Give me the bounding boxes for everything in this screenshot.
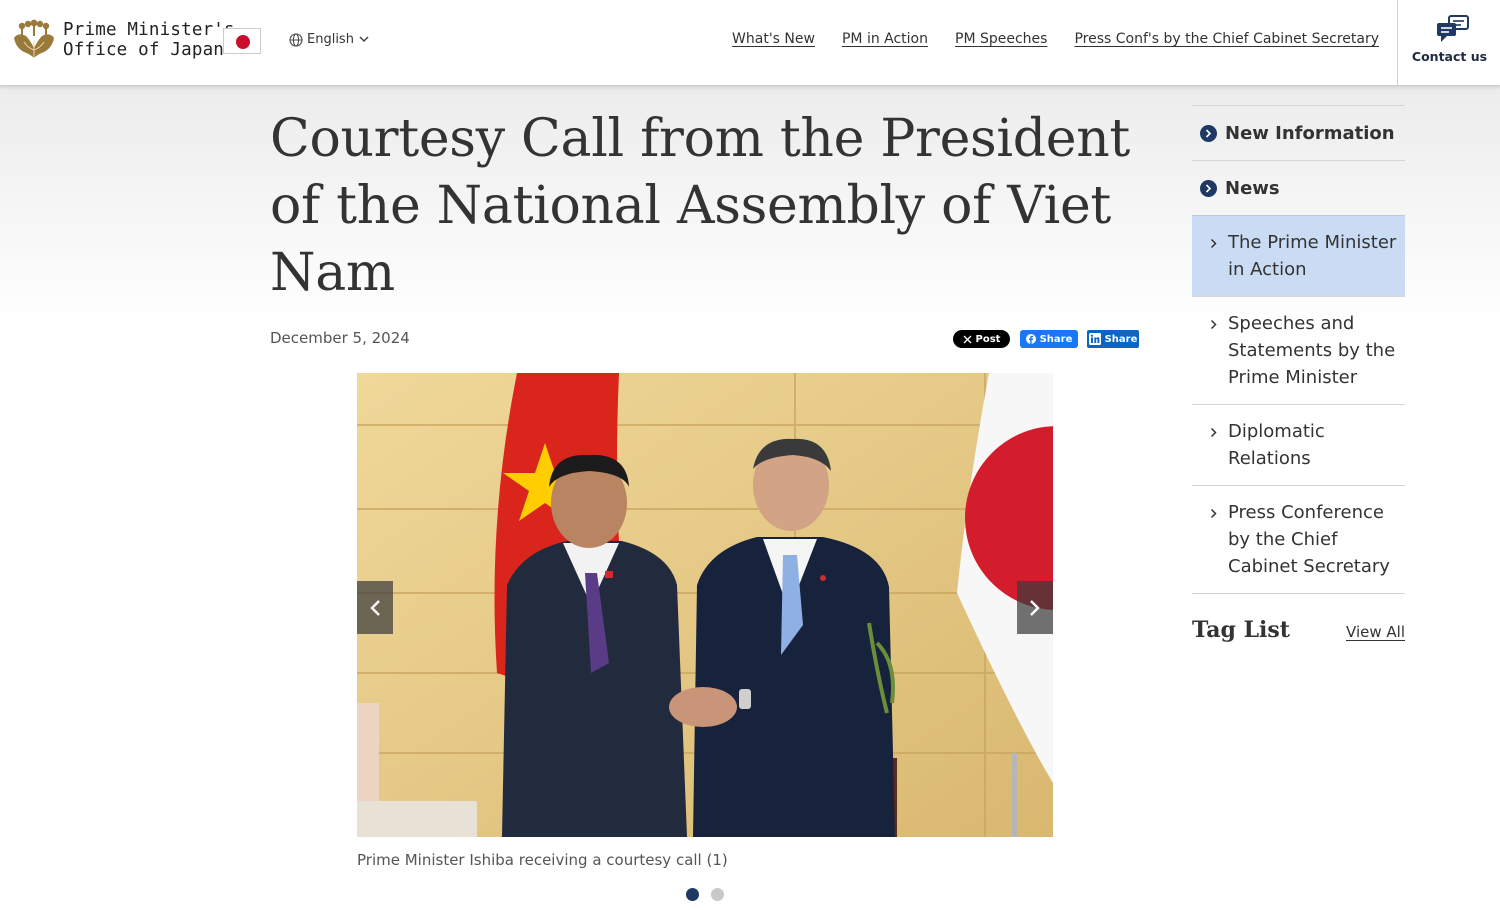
sidebar-item-diplomatic-relations[interactable]: Diplomatic Relations [1192,404,1405,485]
japan-flag-icon [223,28,261,54]
share-linkedin-label: Share [1104,333,1138,345]
nav-pm-speeches[interactable]: PM Speeches [955,31,1047,47]
site-header: Prime Minister's Office of Japan English… [0,0,1500,86]
sidebar-head-news[interactable]: News [1192,160,1405,215]
tag-list-section: Tag List View All [1192,617,1405,643]
photo-caption: Prime Minister Ishiba receiving a courte… [357,851,728,869]
nav-press-conferences[interactable]: Press Conf's by the Chief Cabinet Secret… [1074,31,1379,47]
chevron-down-icon [359,36,369,43]
x-logo-icon [963,335,971,343]
slide-pagination [686,888,736,901]
page-title: Courtesy Call from the President of the … [270,109,1131,303]
slide-photo [357,373,1053,837]
facebook-logo-icon [1025,334,1036,344]
language-label: English [307,32,354,47]
chevron-right-icon [1210,238,1217,249]
share-x-button[interactable]: Post [953,330,1010,348]
sidebar-head-label: News [1225,177,1280,199]
sidebar-item-label: The Prime Minister in Action [1228,232,1397,280]
chat-bubbles-icon [1437,15,1469,42]
article-date: December 5, 2024 [270,329,410,347]
sidebar-divider [1192,593,1405,594]
site-name: Prime Minister's Office of Japan [63,20,235,60]
chevron-right-icon [1030,599,1040,616]
tag-list-heading: Tag List [1192,617,1290,643]
share-x-label: Post [975,333,1001,345]
sidebar-item-label: Speeches and Statements by the Prime Min… [1228,313,1396,388]
circle-chevron-icon [1200,179,1217,197]
circle-chevron-icon [1200,124,1217,142]
slide-dot-1[interactable] [686,888,699,901]
slide-dot-2[interactable] [711,888,724,901]
contact-us-label: Contact us [1411,49,1488,64]
slide-next-button[interactable] [1017,581,1053,634]
photo-slideshow [357,373,1053,837]
globe-icon [289,32,303,47]
site-name-line1: Prime Minister's [63,20,235,40]
view-all-tags-link[interactable]: View All [1346,623,1405,641]
share-linkedin-button[interactable]: Share [1087,330,1139,348]
chevron-right-icon [1210,319,1217,330]
nav-pm-in-action[interactable]: PM in Action [842,31,928,47]
sidebar-item-label: Press Conference by the Chief Cabinet Se… [1228,502,1390,577]
sidebar: New Information News The Prime Minister … [1192,105,1405,594]
contact-us-button[interactable]: Contact us [1397,0,1500,86]
share-facebook-button[interactable]: Share [1020,330,1078,348]
language-selector[interactable]: English [289,32,373,47]
chevron-right-icon [1210,427,1217,438]
nav-whats-new[interactable]: What's New [732,31,815,47]
slide-prev-button[interactable] [357,581,393,634]
sidebar-head-new-information[interactable]: New Information [1192,105,1405,160]
sidebar-item-press-conference[interactable]: Press Conference by the Chief Cabinet Se… [1192,485,1405,593]
linkedin-logo-icon [1088,333,1101,345]
chevron-right-icon [1210,508,1217,519]
site-logo-link[interactable]: Prime Minister's Office of Japan [12,18,235,62]
chevron-left-icon [370,599,380,616]
main-nav: What's New PM in Action PM Speeches Pres… [705,31,1379,47]
share-facebook-label: Share [1039,333,1073,345]
paulownia-crest-icon [14,19,54,58]
site-name-line2: Office of Japan [63,40,225,60]
flag-sun [236,35,250,49]
sidebar-item-label: Diplomatic Relations [1228,421,1325,469]
sidebar-item-speeches[interactable]: Speeches and Statements by the Prime Min… [1192,296,1405,404]
sidebar-head-label: New Information [1225,122,1395,144]
sidebar-item-pm-in-action[interactable]: The Prime Minister in Action [1192,215,1405,296]
